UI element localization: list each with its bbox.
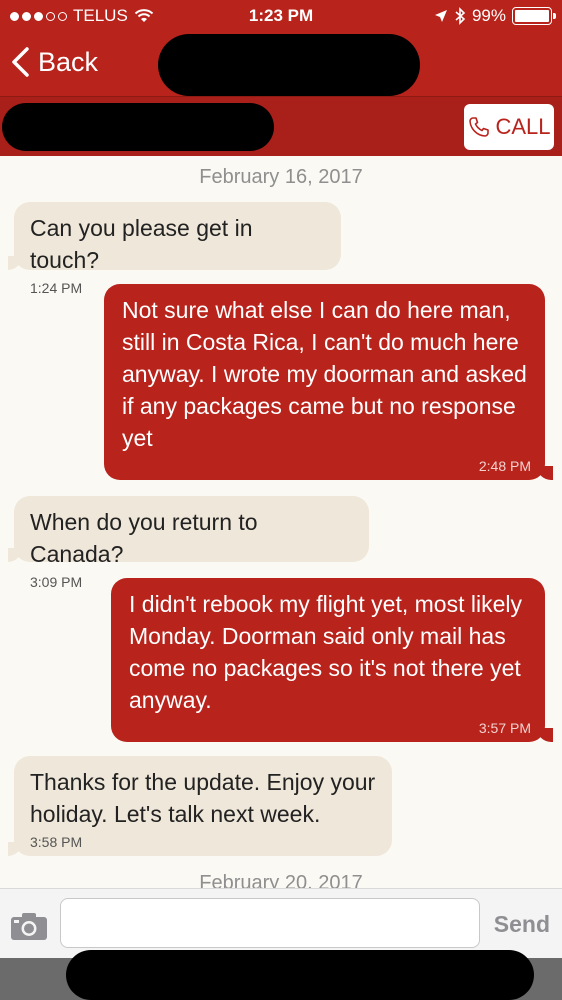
- message-text: When do you return to Canada?: [30, 509, 258, 567]
- message-timestamp: 2:48 PM: [478, 458, 531, 474]
- message-text: Can you please get in touch?: [30, 215, 253, 273]
- bottom-bar: [0, 950, 562, 1000]
- message-input[interactable]: [60, 898, 480, 948]
- message-bubble-incoming[interactable]: Can you please get in touch? 1:24 PM: [8, 202, 341, 296]
- redacted-contact-name: [158, 34, 420, 96]
- bluetooth-icon: [455, 7, 466, 25]
- redacted-bottom-content: [66, 950, 534, 1000]
- location-arrow-icon: [434, 10, 447, 22]
- battery-icon: [512, 7, 556, 25]
- send-button[interactable]: Send: [494, 911, 550, 938]
- date-separator: February 16, 2017: [199, 166, 363, 188]
- call-label: CALL: [495, 114, 551, 139]
- redacted-contact-number: [2, 103, 274, 151]
- message-timestamp: 3:57 PM: [478, 720, 531, 736]
- message-bubble-incoming[interactable]: Thanks for the update. Enjoy your holida…: [8, 756, 392, 856]
- conversation-thread[interactable]: February 16, 2017 Can you please get in …: [0, 156, 562, 888]
- status-bar: TELUS 1:23 PM 99%: [0, 0, 562, 32]
- message-text: Thanks for the update. Enjoy your holida…: [30, 769, 376, 827]
- chevron-left-icon: [12, 47, 29, 77]
- message-text: Not sure what else I can do here man, st…: [122, 297, 527, 451]
- message-timestamp: 3:58 PM: [30, 834, 83, 850]
- message-bubble-outgoing[interactable]: Not sure what else I can do here man, st…: [104, 284, 553, 480]
- back-label: Back: [38, 46, 99, 77]
- message-composer: Send: [0, 888, 562, 958]
- date-separator: February 20, 2017: [199, 872, 363, 888]
- contact-subheader: CALL: [0, 96, 562, 156]
- nav-bar: Back: [0, 32, 562, 96]
- back-button[interactable]: Back: [10, 46, 98, 78]
- call-button[interactable]: CALL: [464, 104, 554, 150]
- message-bubble-incoming[interactable]: When do you return to Canada? 3:09 PM: [8, 496, 369, 590]
- message-text: I didn't rebook my flight yet, most like…: [129, 591, 522, 713]
- battery-percent: 99%: [471, 6, 506, 25]
- phone-icon: [469, 117, 490, 137]
- status-right: 99%: [434, 6, 556, 26]
- message-bubble-outgoing[interactable]: I didn't rebook my flight yet, most like…: [111, 578, 553, 742]
- camera-icon[interactable]: [10, 911, 48, 941]
